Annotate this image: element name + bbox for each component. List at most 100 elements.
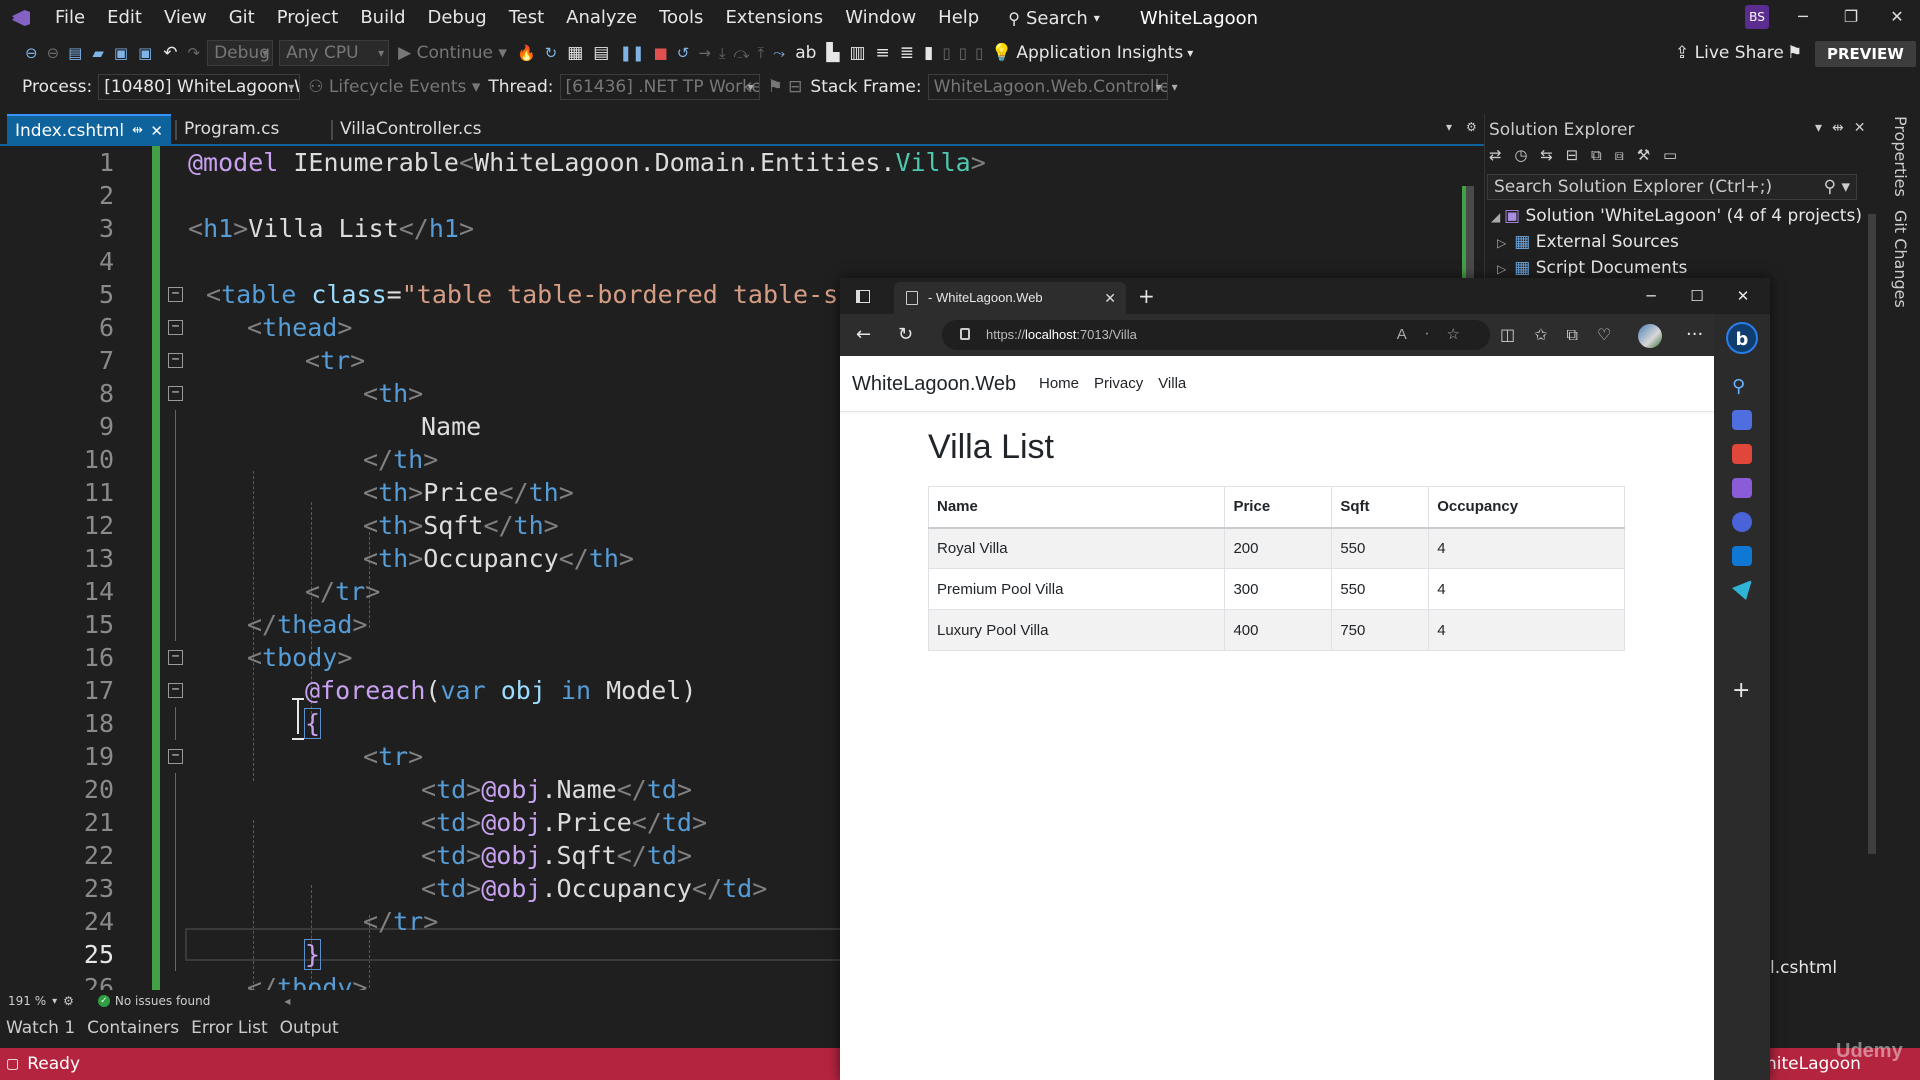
feedback-icon[interactable]: ⚑ [1787, 36, 1802, 70]
uncomment-icon[interactable]: ≣ [895, 43, 919, 63]
save-icon[interactable]: ▣ [109, 44, 133, 62]
tab-properties[interactable]: Properties [1891, 116, 1910, 197]
tree-collapsed-icon[interactable]: ▷ [1497, 262, 1506, 276]
menu-view[interactable]: View [153, 0, 218, 36]
site-brand-link[interactable]: WhiteLagoon.Web [852, 356, 1016, 412]
pin-icon[interactable]: ⇹ [132, 116, 143, 146]
diagnostics-icon[interactable]: ▙ [821, 43, 844, 63]
new-tab-icon[interactable]: + [1138, 278, 1155, 314]
favorites-icon[interactable]: ✩ [1534, 325, 1566, 344]
history-icon[interactable]: ◷ [1514, 146, 1531, 164]
reload-icon[interactable]: ↻ [898, 314, 913, 356]
preview-badge[interactable]: PREVIEW [1815, 41, 1916, 67]
layout-icon[interactable]: ▤ [588, 43, 614, 63]
user-avatar[interactable]: BS [1745, 5, 1769, 29]
tree-node-external-sources[interactable]: ▷ ▦ External Sources [1497, 232, 1679, 252]
menu-help[interactable]: Help [927, 0, 990, 36]
tree-node-solution[interactable]: ◢ ▣ Solution 'WhiteLagoon' (4 of 4 proje… [1491, 206, 1862, 226]
show-next-statement-icon[interactable]: → [694, 44, 715, 62]
minimize-icon[interactable]: ─ [1780, 0, 1826, 34]
menu-window[interactable]: Window [834, 0, 927, 36]
menu-test[interactable]: Test [498, 0, 555, 36]
close-tab-icon[interactable]: ✕ [150, 116, 163, 146]
solution-explorer-search-input[interactable]: Search Solution Explorer (Ctrl+;) ⚲ ▾ [1487, 174, 1857, 200]
bookmark-icon[interactable]: ▮ [919, 43, 938, 63]
menu-build[interactable]: Build [349, 0, 416, 36]
menu-project[interactable]: Project [266, 0, 350, 36]
menu-extensions[interactable]: Extensions [714, 0, 834, 36]
process-dropdown[interactable]: [10480] WhiteLagoon.W [98, 74, 301, 100]
outlook-icon[interactable] [1732, 546, 1752, 566]
split-screen-icon[interactable]: ◫ [1500, 325, 1534, 344]
zoom-level[interactable]: 191 % [8, 994, 46, 1008]
nav-privacy-link[interactable]: Privacy [1094, 356, 1143, 412]
collapse-all-icon[interactable]: ⊟ [1566, 146, 1583, 164]
performance-icon[interactable]: ♡ [1597, 325, 1630, 344]
hot-path-icon[interactable]: ⤳ [768, 44, 790, 62]
undo-icon[interactable]: ↶ [157, 43, 183, 63]
bing-copilot-icon[interactable]: b [1726, 322, 1758, 354]
collapse-icon[interactable]: − [168, 683, 183, 698]
pause-icon[interactable]: ❚❚ [614, 44, 649, 62]
menu-debug[interactable]: Debug [417, 0, 498, 36]
tab-output[interactable]: Output [274, 1018, 345, 1038]
pin-icon[interactable]: ⇹ [1832, 120, 1854, 136]
browser-tab[interactable]: - WhiteLagoon.Web ✕ [894, 282, 1126, 314]
favorite-star-icon[interactable]: ☆ [1447, 326, 1478, 343]
tools-icon[interactable] [1732, 444, 1752, 464]
switch-views-icon[interactable]: ⇄ [1489, 146, 1506, 164]
bookmark-clear-icon[interactable]: ▯ [971, 44, 987, 62]
step-out-icon[interactable]: ⤒ [754, 44, 769, 62]
continue-button[interactable]: ▶ Continue ▾ [392, 43, 513, 63]
menu-edit[interactable]: Edit [96, 0, 153, 36]
search-icon[interactable]: ⚲ [1732, 376, 1752, 397]
search-icon[interactable]: ⚲ ▾ [1824, 175, 1850, 199]
close-icon[interactable]: ✕ [1854, 120, 1876, 136]
step-into-icon[interactable]: ⤓ [715, 44, 730, 62]
menu-git[interactable]: Git [218, 0, 266, 36]
restart-icon[interactable]: ↺ [672, 44, 695, 62]
tree-expanded-icon[interactable]: ◢ [1491, 210, 1504, 224]
shopping-icon[interactable] [1732, 410, 1752, 430]
search-menu[interactable]: ⚲ Search ▾ [990, 8, 1114, 29]
filter-icon[interactable]: ⧈ [1614, 146, 1628, 164]
more-options-icon[interactable]: ··· [1686, 314, 1703, 356]
solution-explorer-scrollbar[interactable] [1864, 214, 1880, 1010]
flag-thread-icon[interactable]: ⚑ ⊟ [768, 77, 803, 97]
menu-tools[interactable]: Tools [648, 0, 714, 36]
bookmark-next-icon[interactable]: ▯ [955, 44, 971, 62]
solution-explorer-bottom-tab[interactable]: l.cshtml [1770, 958, 1837, 978]
issues-indicator[interactable]: ✓ No issues found [97, 994, 210, 1008]
collapse-icon[interactable]: − [168, 320, 183, 335]
lock-icon[interactable] [960, 328, 970, 340]
forward-icon[interactable]: ⊖ [43, 44, 64, 62]
games-icon[interactable] [1732, 478, 1752, 498]
lifecycle-events-button[interactable]: ⚇ Lifecycle Events ▾ [308, 77, 480, 97]
properties-icon[interactable]: ⚒ [1637, 146, 1654, 164]
toolbar-overflow-icon[interactable]: ▾ [1172, 80, 1178, 94]
new-project-icon[interactable]: ▤ [63, 44, 87, 62]
close-tab-icon[interactable]: ✕ [1104, 282, 1116, 314]
tab-git-changes[interactable]: Git Changes [1891, 210, 1910, 308]
settings-icon[interactable]: ⚙ [1466, 120, 1477, 134]
live-share-button[interactable]: ⇪ Live Share [1675, 36, 1784, 70]
thread-dropdown[interactable]: [61436] .NET TP Worker [559, 74, 760, 100]
tab-containers[interactable]: Containers [81, 1018, 185, 1038]
url-input[interactable]: https://localhost:7013/Villa Aᐧ☆ [942, 320, 1490, 350]
redo-icon[interactable]: ↷ [184, 44, 205, 62]
collapse-icon[interactable]: − [168, 650, 183, 665]
tree-collapsed-icon[interactable]: ▷ [1497, 236, 1506, 250]
collections-icon[interactable]: ⧉ [1567, 325, 1597, 344]
tab-index-cshtml[interactable]: Index.cshtml ⇹ ✕ [7, 114, 171, 144]
maximize-icon[interactable]: ☐ [1674, 278, 1720, 314]
close-icon[interactable]: ✕ [1720, 278, 1766, 314]
back-icon[interactable]: ⊖ [20, 44, 43, 62]
chevron-down-icon[interactable]: ▾ [1815, 120, 1832, 136]
stop-icon[interactable]: ■ [650, 44, 672, 62]
restore-icon[interactable]: ❐ [1828, 0, 1874, 34]
collapse-icon[interactable]: − [168, 353, 183, 368]
tree-node-script-documents[interactable]: ▷ ▦ Script Documents [1497, 258, 1687, 278]
spell-check-icon[interactable]: ab [790, 43, 821, 63]
tab-error-list[interactable]: Error List [185, 1018, 274, 1038]
back-arrow-icon[interactable]: ← [856, 314, 871, 356]
